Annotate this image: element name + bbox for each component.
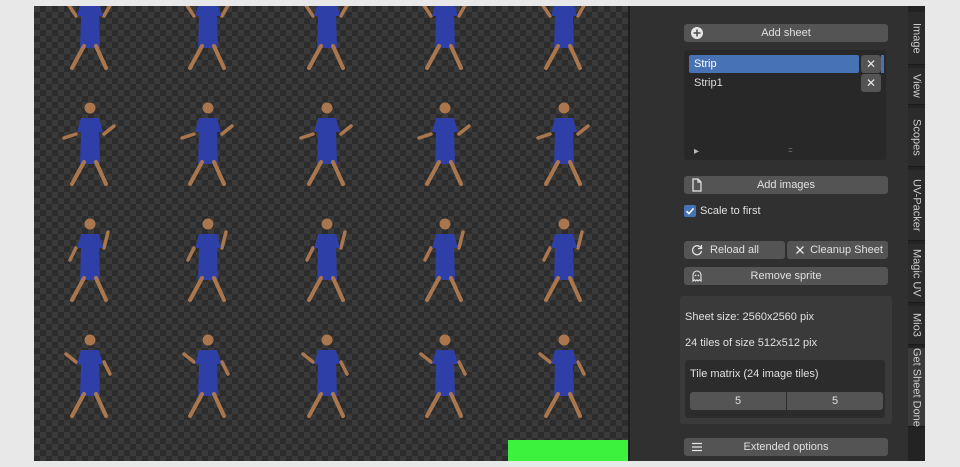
file-icon xyxy=(692,178,702,192)
matrix-x-field[interactable]: 5 xyxy=(690,392,786,410)
sprite-tile xyxy=(422,6,467,70)
sheet-size-text: Sheet size: 2560x2560 pix xyxy=(685,311,815,323)
close-icon: ✕ xyxy=(865,76,877,90)
sprite-tile xyxy=(536,102,590,186)
close-icon: ✕ xyxy=(865,57,877,71)
tab-magic-uv[interactable]: Magic UV xyxy=(908,244,925,303)
tab-label: Get Sheet Done xyxy=(910,347,923,427)
cleanup-sheet-label: Cleanup Sheet xyxy=(810,244,883,256)
sprite-tile xyxy=(186,218,228,302)
list-item-label: Strip xyxy=(694,58,717,70)
tab-uv-packer[interactable]: UV-Packer xyxy=(908,170,925,241)
window-margin xyxy=(925,6,960,461)
empty-tile-marker xyxy=(508,440,628,461)
menu-icon xyxy=(692,442,702,452)
remove-strip-button[interactable]: ✕ xyxy=(861,55,881,73)
sprite-tile xyxy=(182,334,230,418)
tab-get-sheet-done[interactable]: Get Sheet Done xyxy=(908,348,925,427)
sprite-tile xyxy=(538,334,586,418)
sprite-tile xyxy=(67,6,112,70)
matrix-x-value: 5 xyxy=(734,395,742,407)
sprite-tile xyxy=(185,6,230,70)
sprite-tile xyxy=(417,102,471,186)
sprite-tile xyxy=(301,334,349,418)
cleanup-sheet-button[interactable]: Cleanup Sheet xyxy=(787,241,888,259)
add-sheet-button[interactable]: Add sheet xyxy=(684,24,888,42)
sprite-tile xyxy=(180,102,234,186)
add-sheet-label: Add sheet xyxy=(761,27,811,39)
list-item-strip1[interactable]: Strip1 xyxy=(689,74,859,92)
sprite-tile xyxy=(419,334,467,418)
plus-circle-icon xyxy=(691,27,703,39)
sprite-tile xyxy=(304,6,349,70)
list-scrollbar[interactable] xyxy=(881,55,884,73)
sidebar-tabs: Image View Scopes UV-Packer Magic UV Mio3 Get … xyxy=(908,6,925,461)
tab-mio3[interactable]: Mio3 xyxy=(908,306,925,345)
remove-sprite-label: Remove sprite xyxy=(750,270,822,282)
add-images-label: Add images xyxy=(756,179,816,191)
checkmark-icon xyxy=(684,205,696,217)
tab-label: UV-Packer xyxy=(910,178,923,232)
sprite-tile xyxy=(542,218,584,302)
sprite-tile xyxy=(68,218,110,302)
close-icon xyxy=(796,246,804,254)
sprite-tile xyxy=(299,102,353,186)
sheet-info-box: Sheet size: 2560x2560 pix 24 tiles of si… xyxy=(680,296,892,424)
sprite-tile xyxy=(62,102,116,186)
tile-matrix-box: Tile matrix (24 image tiles) 5 5 xyxy=(685,360,885,418)
remove-strip1-button[interactable]: ✕ xyxy=(861,74,881,92)
extended-options-button[interactable]: Extended options xyxy=(684,438,888,456)
extended-options-label: Extended options xyxy=(743,441,829,453)
ghost-icon xyxy=(692,270,702,283)
add-images-button[interactable]: Add images xyxy=(684,176,888,194)
matrix-y-value: 5 xyxy=(831,395,839,407)
tab-label: Image xyxy=(910,22,923,54)
sprite-tile xyxy=(64,334,112,418)
matrix-y-field[interactable]: 5 xyxy=(787,392,883,410)
reload-all-label: Reload all xyxy=(710,244,759,256)
sprite-tile xyxy=(423,218,465,302)
list-item-label: Strip1 xyxy=(694,77,723,89)
tab-label: Mio3 xyxy=(910,313,923,337)
tab-scopes[interactable]: Scopes xyxy=(908,108,925,167)
sprite-tile xyxy=(305,218,347,302)
image-viewport[interactable] xyxy=(34,6,628,461)
resize-grip-icon[interactable]: :::: xyxy=(788,147,793,154)
tab-view[interactable]: View xyxy=(908,68,925,105)
reload-all-button[interactable]: Reload all xyxy=(684,241,785,259)
scale-to-first-checkbox[interactable]: Scale to first xyxy=(684,205,804,219)
tab-image[interactable]: Image xyxy=(908,12,925,65)
tile-matrix-label: Tile matrix (24 image tiles) xyxy=(690,368,819,380)
remove-sprite-button[interactable]: Remove sprite xyxy=(684,267,888,285)
refresh-icon xyxy=(691,245,703,256)
sprite-tile xyxy=(541,6,586,70)
tab-label: View xyxy=(910,74,923,98)
tiles-text: 24 tiles of size 512x512 pix xyxy=(685,337,818,349)
tab-label: Scopes xyxy=(910,118,923,156)
list-item-strip[interactable]: Strip xyxy=(689,55,859,73)
scale-to-first-label: Scale to first xyxy=(700,205,761,217)
expand-arrow-icon[interactable]: ▸ xyxy=(694,146,699,157)
sidebar-panel: Add sheet Strip ✕ Strip1 ✕ ▸ :::: Add im… xyxy=(630,6,908,461)
tab-label: Magic UV xyxy=(910,249,923,297)
sheet-list[interactable]: Strip ✕ Strip1 ✕ ▸ :::: xyxy=(684,50,886,160)
